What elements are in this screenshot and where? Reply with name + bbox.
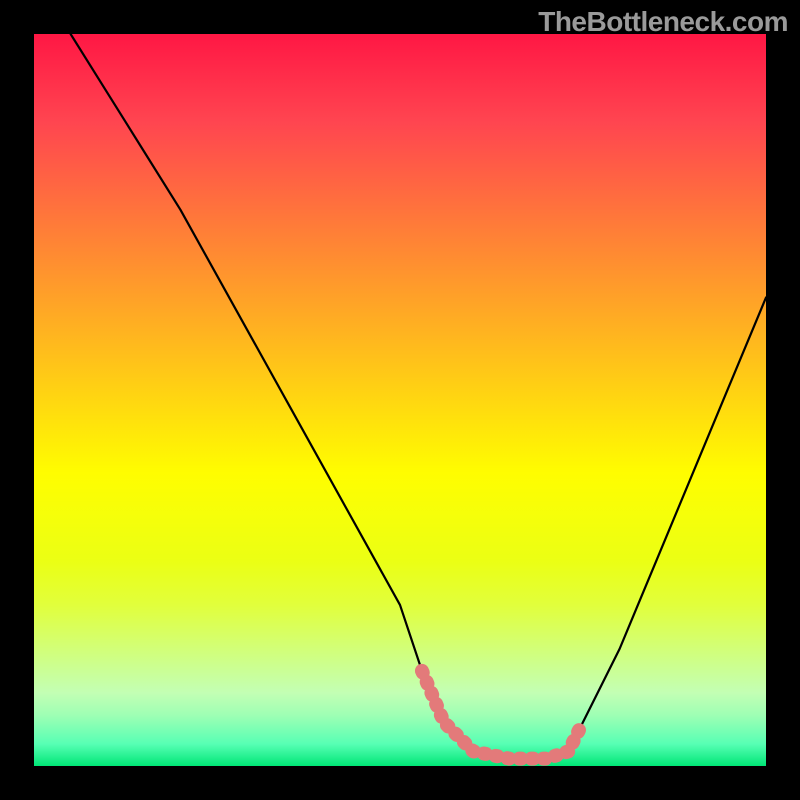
chart-container: TheBottleneck.com (0, 0, 800, 800)
watermark-text: TheBottleneck.com (538, 6, 788, 38)
chart-background-gradient (34, 34, 766, 766)
